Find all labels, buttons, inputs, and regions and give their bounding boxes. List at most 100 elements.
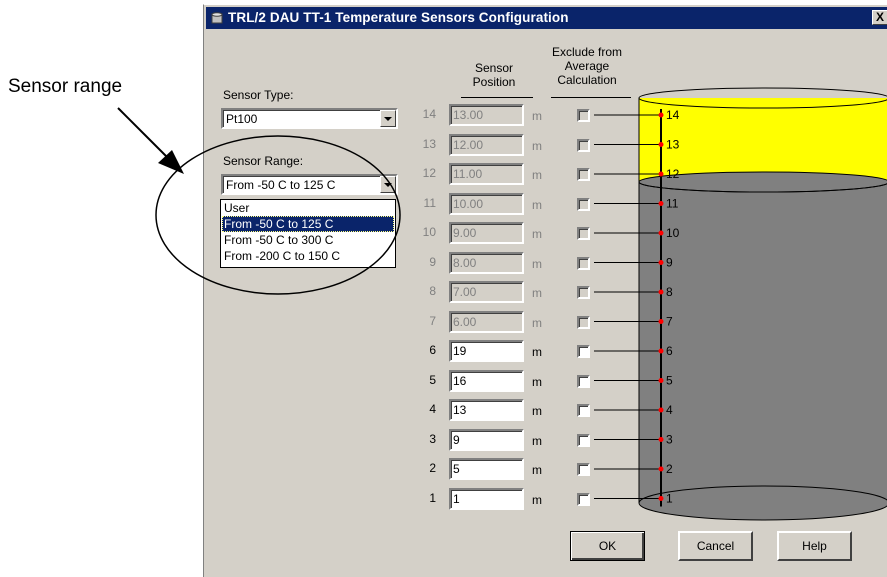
sensor-position-input[interactable]: 6.00 [449, 310, 524, 333]
sensor-number: 6 [429, 343, 436, 357]
sensor-dot [658, 496, 664, 501]
tank-diagram: 14 13 12 11 10 9 8 7 6 5 4 3 2 1 [594, 87, 887, 521]
exclude-checkbox[interactable] [577, 463, 590, 476]
sensor-number: 1 [429, 490, 436, 505]
sensor-position-input[interactable]: 5 [449, 458, 524, 480]
tank-sensor-label: 13 [666, 138, 680, 152]
sensor-number: 5 [429, 372, 436, 387]
sensor-range-select[interactable]: From -50 C to 125 C [221, 174, 398, 195]
sensor-number: 9 [429, 254, 436, 269]
window-title: TRL/2 DAU TT-1 Temperature Sensors Confi… [228, 10, 569, 25]
tank-sensor-label: 10 [666, 226, 680, 240]
sensor-dot [658, 378, 664, 383]
tank-sensor-label: 9 [666, 256, 673, 270]
sensor-position-input[interactable]: 16 [449, 369, 524, 392]
chevron-down-icon[interactable] [380, 176, 396, 193]
sensor-type-select[interactable]: Pt100 [221, 108, 398, 129]
exclude-checkbox[interactable] [577, 227, 590, 240]
sensor-position-input[interactable]: 8.00 [449, 251, 524, 274]
sensor-dot [658, 348, 664, 354]
unit-label: m [532, 463, 542, 477]
sensor-dot [658, 319, 664, 324]
range-option[interactable]: From -200 C to 150 C [222, 248, 394, 264]
sensor-position-input[interactable]: 19 [449, 340, 524, 362]
sensor-number: 10 [422, 225, 436, 239]
exclude-checkbox[interactable] [577, 256, 590, 270]
unit-label: m [532, 345, 542, 359]
chevron-down-icon[interactable] [380, 110, 396, 127]
tank-sensor-label: 14 [666, 108, 680, 122]
sensor-number: 3 [429, 431, 436, 446]
sensor-dot [658, 112, 664, 118]
sensor-position-input[interactable]: 13 [449, 399, 524, 421]
unit-label: m [532, 168, 542, 182]
sensor-dot [658, 407, 664, 413]
range-option-selected[interactable]: From -50 C to 125 C [222, 216, 394, 232]
tank-sensor-label: 11 [666, 197, 679, 211]
sensor-position-input[interactable]: 7.00 [449, 281, 524, 303]
exclude-header-line1: Exclude from [551, 45, 623, 59]
sensor-dot [658, 142, 664, 147]
sensor-position-input[interactable]: 9 [449, 428, 524, 451]
tank-sensor-label: 1 [666, 492, 673, 506]
sensor-number: 2 [429, 461, 436, 475]
sensor-position-input[interactable]: 9.00 [449, 222, 524, 244]
position-header-line2: Position [472, 75, 516, 89]
sensor-position-input[interactable]: 10.00 [449, 192, 524, 215]
sensor-range-dropdown: User From -50 C to 125 C From -50 C to 3… [220, 199, 396, 268]
tank-sensor-label: 7 [666, 315, 673, 329]
unit-label: m [532, 138, 542, 153]
ok-button[interactable]: OK [570, 531, 645, 561]
sensor-position-input[interactable]: 12.00 [449, 133, 524, 156]
sensor-position-input[interactable]: 13.00 [449, 104, 524, 126]
help-button[interactable]: Help [777, 531, 852, 561]
range-option[interactable]: User [222, 200, 394, 216]
unit-label: m [532, 374, 542, 389]
tank-sensor-label: 8 [666, 285, 673, 299]
sensor-number: 4 [429, 402, 436, 416]
exclude-checkbox[interactable] [577, 433, 590, 447]
unit-label: m [532, 256, 542, 271]
cylinder-icon [211, 12, 223, 24]
position-header-line1: Sensor [474, 61, 514, 75]
exclude-checkbox[interactable] [577, 315, 590, 329]
callout-label: Sensor range [8, 76, 123, 97]
range-option[interactable]: From -50 C to 300 C [222, 232, 394, 248]
sensor-number: 14 [422, 107, 436, 121]
sensor-dot [658, 289, 664, 295]
tank-sensor-label: 5 [666, 374, 673, 388]
sensor-range-label: Sensor Range: [223, 154, 304, 168]
cancel-button[interactable]: Cancel [678, 531, 753, 561]
sensor-number: 13 [422, 136, 436, 151]
sensor-number: 11 [423, 195, 436, 210]
exclude-header-rule [551, 97, 631, 98]
sensor-number: 8 [429, 284, 436, 298]
sensor-position-input[interactable]: 1 [449, 487, 524, 510]
exclude-checkbox[interactable] [577, 168, 590, 181]
sensor-type-label: Sensor Type: [223, 88, 294, 102]
exclude-checkbox[interactable] [577, 404, 590, 417]
exclude-checkbox[interactable] [577, 492, 590, 506]
exclude-checkbox[interactable] [577, 109, 590, 122]
unit-label: m [532, 315, 542, 330]
sensor-dot [658, 437, 664, 442]
exclude-header-line3: Calculation [557, 73, 617, 87]
sensor-dot [658, 260, 664, 265]
unit-label: m [532, 109, 542, 123]
position-header: Sensor Position [462, 61, 526, 89]
tank-sensor-label: 4 [666, 403, 673, 417]
tank-shape [638, 87, 887, 521]
unit-label: m [532, 404, 542, 418]
unit-label: m [532, 433, 542, 448]
exclude-checkbox[interactable] [577, 197, 590, 211]
sensor-position-input[interactable]: 11.00 [449, 163, 524, 185]
position-header-rule [461, 97, 533, 98]
tank-sensor-label: 2 [666, 462, 673, 476]
exclude-checkbox[interactable] [577, 345, 590, 358]
tank-sensor-label: 3 [666, 433, 673, 447]
tank-sensor-label: 6 [666, 344, 673, 358]
exclude-checkbox[interactable] [577, 374, 590, 388]
unit-label: m [532, 227, 542, 241]
exclude-checkbox[interactable] [577, 138, 590, 152]
exclude-checkbox[interactable] [577, 286, 590, 299]
